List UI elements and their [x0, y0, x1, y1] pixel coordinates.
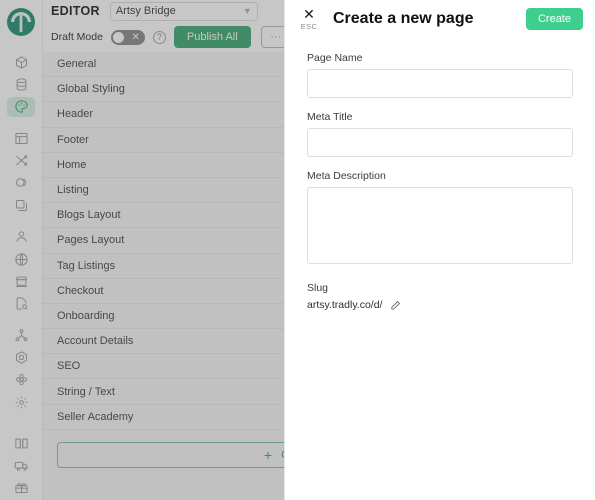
- plus-icon: +: [263, 446, 273, 463]
- rail-item-gear-icon[interactable]: [7, 392, 35, 412]
- panel-header: ✕ ESC Create a new page Create: [285, 0, 595, 34]
- rail-item-coins-icon[interactable]: [7, 173, 35, 193]
- rail-item-cube-icon[interactable]: [7, 52, 35, 72]
- rail-item-truck-icon[interactable]: [7, 455, 35, 475]
- meta-title-input[interactable]: [307, 128, 573, 157]
- draft-mode-toggle[interactable]: ✕: [110, 29, 145, 45]
- rail-item-flower-icon[interactable]: [7, 370, 35, 390]
- page-name-input[interactable]: [307, 69, 573, 98]
- site-select-value: Artsy Bridge: [115, 5, 176, 17]
- page-title: EDITOR: [51, 4, 100, 18]
- slug-value: artsy.tradly.co/d/: [307, 299, 383, 311]
- close-esc-hint: ESC: [300, 21, 318, 31]
- meta-description-input[interactable]: [307, 187, 573, 264]
- chevron-down-icon: ▼: [242, 6, 252, 16]
- close-panel-button[interactable]: ✕ ESC: [297, 5, 321, 31]
- close-icon: ✕: [303, 5, 315, 22]
- rail-item-store-icon[interactable]: [7, 271, 35, 291]
- rail-item-copy-icon[interactable]: [7, 195, 35, 215]
- create-button[interactable]: Create: [525, 8, 583, 30]
- help-icon[interactable]: ?: [152, 30, 166, 44]
- panel-title: Create a new page: [333, 10, 474, 27]
- rail-item-gift-icon[interactable]: [7, 478, 35, 498]
- rail-item-share-network-icon[interactable]: [7, 325, 35, 345]
- publish-all-button[interactable]: Publish All: [173, 26, 251, 48]
- rail-item-paint-palette-icon[interactable]: [7, 96, 35, 117]
- tradly-logo-icon[interactable]: [5, 6, 37, 38]
- meta-description-label: Meta Description: [307, 170, 386, 182]
- left-icon-rail: [0, 0, 43, 500]
- slug-row: artsy.tradly.co/d/: [307, 299, 573, 311]
- rail-item-globe-icon[interactable]: [7, 249, 35, 269]
- rail-item-file-search-icon[interactable]: [7, 294, 35, 314]
- rail-item-book-icon[interactable]: [7, 433, 35, 453]
- draft-mode-label: Draft Mode: [51, 31, 103, 43]
- panel-body: Page Name Meta Title Meta Description Sl…: [285, 34, 595, 500]
- slug-edit-pencil-icon[interactable]: [390, 300, 401, 311]
- rail-item-user-icon[interactable]: [7, 227, 35, 247]
- toggle-off-mark: ✕: [131, 31, 140, 43]
- toggle-knob: [112, 31, 124, 43]
- create-page-panel: ✕ ESC Create a new page Create Page Name…: [284, 0, 595, 500]
- rail-item-shuffle-icon[interactable]: [7, 150, 35, 170]
- app-root: EDITOR Artsy Bridge ▼ Draft Mode ✕ ? Pub…: [0, 0, 595, 500]
- rail-item-hexagon-badge-icon[interactable]: [7, 347, 35, 367]
- meta-title-label: Meta Title: [307, 111, 353, 123]
- page-name-label: Page Name: [307, 52, 363, 64]
- rail-item-database-icon[interactable]: [7, 74, 35, 94]
- slug-label: Slug: [307, 282, 329, 294]
- rail-item-layout-icon[interactable]: [7, 128, 35, 148]
- site-select-dropdown[interactable]: Artsy Bridge ▼: [109, 1, 258, 21]
